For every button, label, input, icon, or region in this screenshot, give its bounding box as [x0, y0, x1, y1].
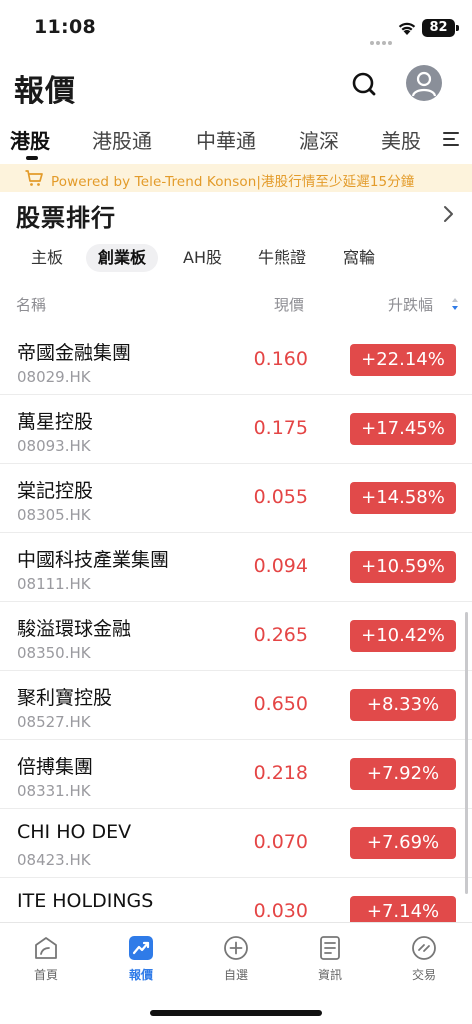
tab-main-board[interactable]: 主板 — [31, 244, 63, 272]
stock-code: 08350.HK — [17, 644, 91, 662]
stock-code: 08305.HK — [17, 506, 91, 524]
tab-ah-shares[interactable]: AH股 — [183, 244, 222, 272]
stock-name: 倍搏集團 — [17, 756, 94, 778]
stock-name: 駿溢環球金融 — [17, 618, 132, 640]
active-tab-indicator — [26, 156, 38, 160]
nav-label: 交易 — [411, 968, 436, 982]
stock-ranking-list[interactable]: 帝國金融集團 08029.HK 0.160 +22.14% 萬星控股 08093… — [0, 326, 472, 922]
stock-change-badge: +7.69% — [350, 827, 456, 859]
stock-price: 0.650 — [253, 693, 308, 715]
stock-price: 0.030 — [253, 900, 308, 922]
table-row[interactable]: 倍搏集團 08331.HK 0.218 +7.92% — [0, 740, 472, 809]
table-row[interactable]: 棠記控股 08305.HK 0.055 +14.58% — [0, 464, 472, 533]
column-price[interactable]: 現價 — [274, 294, 304, 315]
tab-shanghai-shenzhen[interactable]: 滬深 — [299, 125, 339, 154]
search-icon[interactable] — [348, 68, 380, 100]
nav-watchlist[interactable]: 自選 — [206, 931, 266, 987]
stock-code: 08423.HK — [17, 851, 91, 869]
stock-price: 0.218 — [253, 762, 308, 784]
nav-news[interactable]: 資訊 — [300, 931, 360, 987]
stock-name: 萬星控股 — [17, 411, 94, 433]
menu-icon[interactable] — [438, 126, 462, 152]
section-title: 股票排行 — [16, 204, 116, 232]
tab-cbbc[interactable]: 牛熊證 — [258, 244, 306, 272]
stock-name: ITE HOLDINGS — [17, 890, 154, 912]
nav-quotes[interactable]: 報價 — [111, 931, 171, 987]
user-icon — [411, 71, 437, 97]
scrollbar[interactable] — [465, 612, 468, 894]
stock-change-badge: +10.59% — [350, 551, 456, 583]
stock-price: 0.070 — [253, 831, 308, 853]
status-bar: 11:08 82 — [0, 0, 472, 56]
nav-label: 首頁 — [33, 968, 58, 982]
delay-notice-text: Powered by Tele-Trend Konson|港股行情至少延遲15分… — [51, 174, 415, 190]
cart-icon — [25, 170, 43, 186]
stock-price: 0.055 — [253, 486, 308, 508]
tab-us-stocks[interactable]: 美股 — [381, 125, 421, 154]
ranking-section-header[interactable]: 股票排行 — [0, 196, 472, 234]
avatar[interactable] — [406, 65, 442, 101]
column-change[interactable]: 升跌幅 — [388, 294, 433, 315]
stock-price: 0.094 — [253, 555, 308, 577]
stock-code: 08527.HK — [17, 713, 91, 731]
stock-change-badge: +8.33% — [350, 689, 456, 721]
quotes-chart-icon — [129, 936, 153, 960]
table-row[interactable]: ITE HOLDINGS 0.030 +7.14% — [0, 878, 472, 922]
stock-code: 08093.HK — [17, 437, 91, 455]
stock-name: 聚利寶控股 — [17, 687, 113, 709]
chevron-right-icon[interactable] — [441, 204, 457, 224]
stock-code: 08331.HK — [17, 782, 91, 800]
stock-name: 中國科技產業集團 — [17, 549, 170, 571]
stock-change-badge: +17.45% — [350, 413, 456, 445]
signal-dots-icon — [370, 30, 396, 45]
news-icon — [320, 936, 340, 960]
stock-change-badge: +7.92% — [350, 758, 456, 790]
status-time: 11:08 — [34, 16, 96, 38]
page-title: 報價 — [14, 74, 76, 109]
bottom-nav: 首頁 報價 自選 資訊 交易 — [0, 922, 472, 1024]
table-row[interactable]: 中國科技產業集團 08111.HK 0.094 +10.59% — [0, 533, 472, 602]
stock-change-badge: +14.58% — [350, 482, 456, 514]
nav-label: 報價 — [128, 968, 153, 982]
stock-price: 0.175 — [253, 417, 308, 439]
stock-change-badge: +7.14% — [350, 896, 456, 922]
tab-warrants[interactable]: 窩輪 — [343, 244, 375, 272]
nav-label: 資訊 — [317, 968, 342, 982]
nav-label: 自選 — [223, 968, 248, 982]
table-row[interactable]: 駿溢環球金融 08350.HK 0.265 +10.42% — [0, 602, 472, 671]
table-row[interactable]: 萬星控股 08093.HK 0.175 +17.45% — [0, 395, 472, 464]
table-header: 名稱 現價 升跌幅 — [0, 288, 472, 318]
market-tabs: 港股 港股通 中華通 滬深 美股 — [0, 118, 472, 162]
battery-icon: 82 — [422, 19, 455, 37]
column-name: 名稱 — [16, 296, 47, 314]
stock-name: 帝國金融集團 — [17, 342, 132, 364]
nav-home[interactable]: 首頁 — [16, 931, 76, 987]
stock-code: 08029.HK — [17, 368, 91, 386]
stock-change-badge: +10.42% — [350, 620, 456, 652]
home-indicator[interactable] — [150, 1010, 322, 1016]
header: 報價 — [0, 60, 472, 110]
tab-china-connect[interactable]: 中華通 — [196, 125, 256, 154]
tab-gem-board[interactable]: 創業板 — [86, 244, 159, 272]
tab-stock-connect[interactable]: 港股通 — [92, 125, 152, 154]
sort-icon[interactable] — [451, 297, 459, 311]
board-tabs: 主板 創業板 AH股 牛熊證 窩輪 — [0, 240, 472, 274]
wifi-icon — [398, 22, 416, 35]
add-circle-icon — [224, 936, 248, 960]
stock-price: 0.160 — [253, 348, 308, 370]
table-row[interactable]: 帝國金融集團 08029.HK 0.160 +22.14% — [0, 326, 472, 395]
stock-change-badge: +22.14% — [350, 344, 456, 376]
tab-hk-stocks[interactable]: 港股 — [10, 125, 50, 154]
trade-icon — [412, 936, 436, 960]
stock-name: 棠記控股 — [17, 480, 94, 502]
table-row[interactable]: 聚利寶控股 08527.HK 0.650 +8.33% — [0, 671, 472, 740]
delay-notice-bar: Powered by Tele-Trend Konson|港股行情至少延遲15分… — [0, 164, 472, 192]
nav-trade[interactable]: 交易 — [394, 931, 454, 987]
home-icon — [35, 937, 57, 959]
battery-tip — [456, 25, 459, 31]
stock-price: 0.265 — [253, 624, 308, 646]
stock-code: 08111.HK — [17, 575, 91, 593]
stock-name: CHI HO DEV — [17, 821, 132, 843]
table-row[interactable]: CHI HO DEV 08423.HK 0.070 +7.69% — [0, 809, 472, 878]
